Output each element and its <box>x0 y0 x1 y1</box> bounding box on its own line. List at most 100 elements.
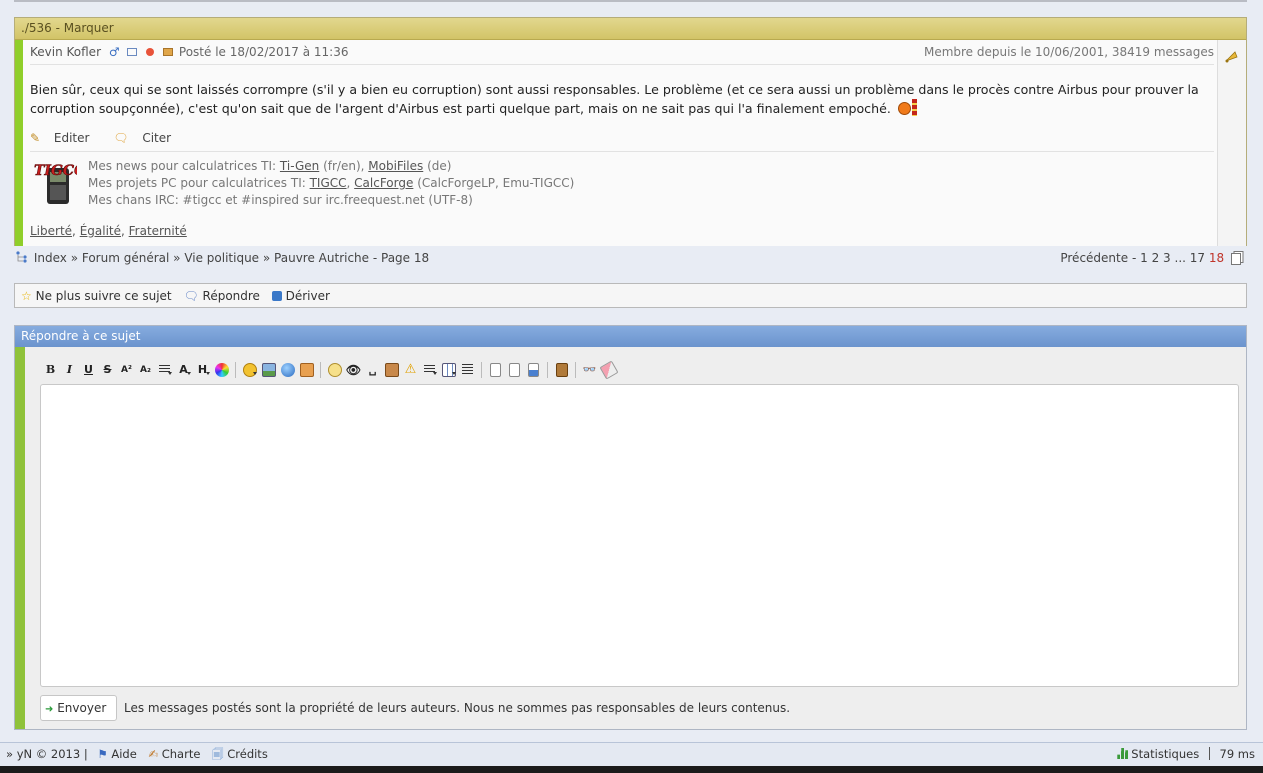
breadcrumb-index[interactable]: Index <box>34 251 67 265</box>
star-icon: ☆ <box>21 289 32 303</box>
spoiler-button[interactable]: 👁 <box>344 361 363 379</box>
image-icon <box>261 363 276 377</box>
svg-text:TIGCC: TIGCC <box>34 163 77 179</box>
center-align-icon <box>462 364 473 375</box>
bell-icon[interactable] <box>1224 49 1238 63</box>
tigcc-link[interactable]: TIGCC <box>310 176 347 190</box>
link-button[interactable] <box>278 361 297 379</box>
code-page-icon <box>509 363 520 377</box>
footer-help-link[interactable]: ⚑ Aide <box>97 747 136 761</box>
align-dropdown[interactable] <box>155 361 174 379</box>
breadcrumb-section[interactable]: Vie politique <box>184 251 259 265</box>
member-info: Membre depuis le 10/06/2001, 38419 messa… <box>923 45 1214 59</box>
bold-button[interactable]: B <box>41 361 60 379</box>
subscript-button[interactable]: A₂ <box>136 361 155 379</box>
unfollow-topic-button[interactable]: ☆ Ne plus suivre ce sujet <box>21 289 172 303</box>
eraser-icon <box>598 360 619 380</box>
post-header[interactable]: ./536 - Marquer <box>15 18 1246 40</box>
page-footer: » yN © 2013 | ⚑ Aide ✍ Charte 🗐 Crédits … <box>0 742 1263 766</box>
pager-ellipsis: ... <box>1174 251 1186 265</box>
page-link-3[interactable]: 3 <box>1163 251 1171 265</box>
send-button[interactable]: ➜ Envoyer <box>40 695 117 721</box>
pencil-icon: ✎ <box>30 131 41 145</box>
egalite-link[interactable]: Égalité <box>80 224 121 238</box>
font-size-dropdown[interactable]: A <box>174 361 193 379</box>
toolbar-separator <box>547 362 548 378</box>
sig-text: Mes news pour calculatrices TI: <box>88 159 280 173</box>
heading-dropdown[interactable]: H <box>193 361 212 379</box>
preview-button[interactable]: 👓 <box>580 361 599 379</box>
center-button[interactable] <box>458 361 477 379</box>
footer-right: Statistiques 79 ms <box>1117 747 1255 761</box>
page-button[interactable] <box>486 361 505 379</box>
mobifiles-link[interactable]: MobiFiles <box>368 159 423 173</box>
pager-sep: - <box>1128 251 1141 265</box>
edit-label: Editer <box>53 131 90 145</box>
breadcrumb-sep: » <box>169 251 185 265</box>
footer-stats-link[interactable]: Statistiques <box>1117 747 1199 761</box>
warning-button[interactable]: ⚠ <box>401 361 420 379</box>
post-author[interactable]: Kevin Kofler <box>30 45 101 59</box>
post-body: Kevin Kofler ♂ Posté le 18/02/2017 à 11:… <box>15 40 1218 246</box>
tigen-link[interactable]: Ti-Gen <box>280 159 319 173</box>
italic-button[interactable]: I <box>60 361 79 379</box>
bottom-strip <box>0 766 1263 773</box>
pages-icon[interactable] <box>1231 251 1244 265</box>
underline-button[interactable]: U <box>79 361 98 379</box>
calcforge-link[interactable]: CalcForge <box>354 176 413 190</box>
fraternite-link[interactable]: Fraternité <box>129 224 187 238</box>
strikethrough-button[interactable]: S <box>98 361 117 379</box>
signature-motto: Liberté, Égalité, Fraternité <box>30 224 187 238</box>
glasses-icon: 👓 <box>582 363 597 376</box>
color-picker-button[interactable] <box>212 361 231 379</box>
source-button[interactable] <box>524 361 543 379</box>
liberte-link[interactable]: Liberté <box>30 224 72 238</box>
breadcrumb-sep: » <box>259 251 275 265</box>
smiley-dropdown[interactable] <box>240 361 259 379</box>
source-page-icon <box>528 363 539 377</box>
breadcrumb: Index » Forum général » Vie politique » … <box>16 251 1244 267</box>
embed-button[interactable] <box>297 361 316 379</box>
toolbar-separator <box>320 362 321 378</box>
message-icon[interactable] <box>163 48 174 56</box>
quote-button[interactable] <box>325 361 344 379</box>
superscript-button[interactable]: A² <box>117 361 136 379</box>
page-link-17[interactable]: 17 <box>1190 251 1205 265</box>
pagination: Précédente - 1 2 3 ... 17 18 <box>1060 251 1244 265</box>
footer-divider <box>1208 747 1210 760</box>
code-button[interactable] <box>505 361 524 379</box>
paste-button[interactable] <box>552 361 571 379</box>
breadcrumb-forum[interactable]: Forum général <box>82 251 169 265</box>
table-dropdown[interactable] <box>439 361 458 379</box>
box-button[interactable] <box>382 361 401 379</box>
quote-action[interactable]: 🗨 Citer <box>113 131 181 145</box>
space-button[interactable]: ␣ <box>363 361 382 379</box>
clear-button[interactable] <box>598 360 619 380</box>
toolbar-separator <box>481 362 482 378</box>
bar-chart-icon <box>1117 748 1129 759</box>
footer-credits-link[interactable]: 🗐 Crédits <box>212 747 268 761</box>
flag-icon: ⚑ <box>97 747 108 761</box>
page-link-2[interactable]: 2 <box>1152 251 1160 265</box>
list-dropdown[interactable] <box>420 361 439 379</box>
profile-card-icon[interactable] <box>127 48 138 56</box>
topic-actions-bar: ☆ Ne plus suivre ce sujet 🗨 Répondre Dér… <box>14 283 1247 308</box>
edit-action[interactable]: ✎ Editer <box>30 131 99 145</box>
reply-label: Répondre <box>202 289 260 303</box>
derive-topic-button[interactable]: Dériver <box>271 289 330 303</box>
post-sidebar <box>1217 40 1246 246</box>
post-content: Bien sûr, ceux qui se sont laissés corro… <box>30 80 1200 118</box>
stats-label: Statistiques <box>1131 747 1200 761</box>
footer-charter-link[interactable]: ✍ Charte <box>148 747 200 761</box>
page-link-1[interactable]: 1 <box>1140 251 1148 265</box>
reply-topic-button[interactable]: 🗨 Répondre <box>183 289 259 303</box>
reply-disclaimer: Les messages postés sont la propriété de… <box>124 701 791 715</box>
toolbar-separator <box>575 362 576 378</box>
reply-textarea[interactable] <box>40 384 1239 687</box>
image-button[interactable] <box>259 361 278 379</box>
color-wheel-icon <box>214 363 229 377</box>
page-icon <box>490 363 501 377</box>
speech-bubble-icon: 🗨 <box>183 289 199 303</box>
prev-page-link[interactable]: Précédente <box>1060 251 1128 265</box>
breadcrumb-topic: Pauvre Autriche - Page 18 <box>274 251 430 265</box>
